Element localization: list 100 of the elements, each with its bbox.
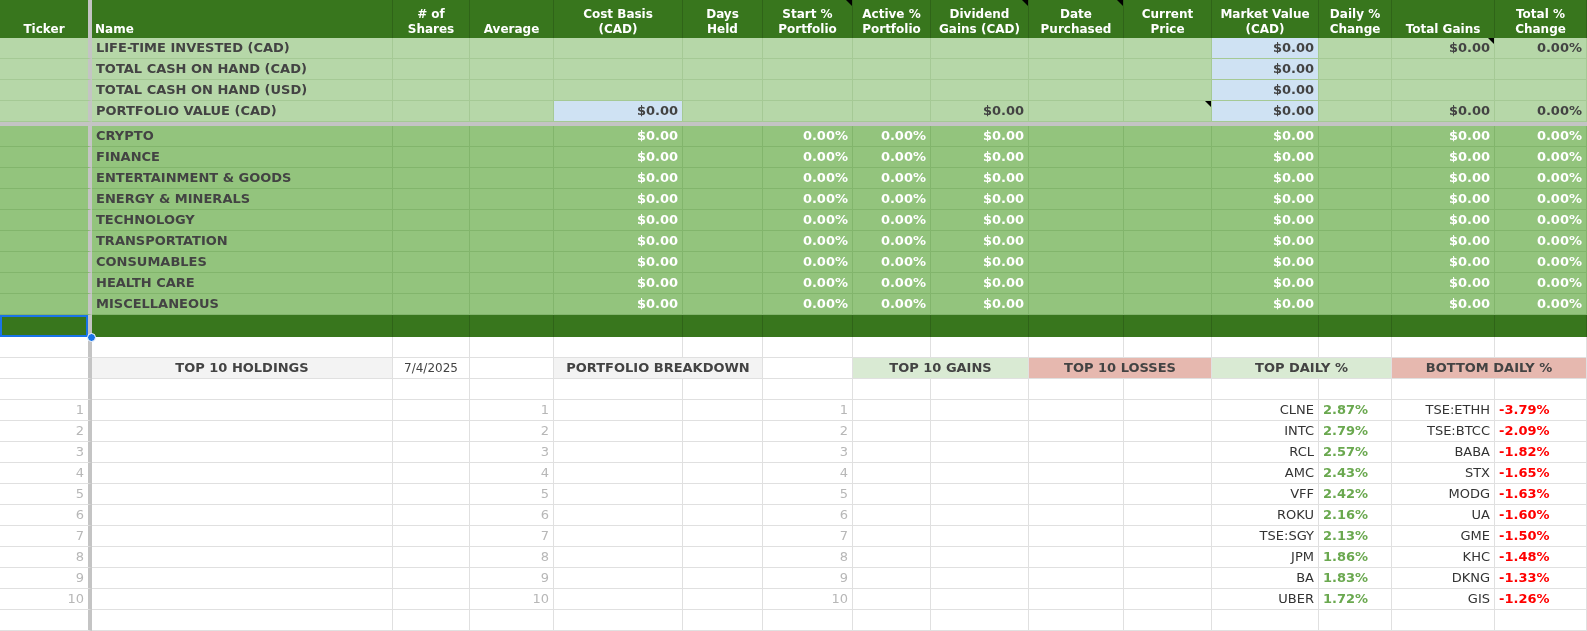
cell-value: $0.00 bbox=[1272, 232, 1314, 251]
cell-value: $0.00 bbox=[1448, 127, 1490, 146]
rank-number: 7 bbox=[540, 527, 549, 546]
cell-value: $0.00 bbox=[636, 148, 678, 167]
rank-number: 2 bbox=[75, 422, 84, 441]
cell-value: $0.00 bbox=[982, 232, 1024, 251]
cell-value: $0.00 bbox=[982, 127, 1024, 146]
cell-value: $0.00 bbox=[1448, 274, 1490, 293]
cell-value: 0.00% bbox=[1536, 190, 1582, 209]
cell-value: 0.00% bbox=[880, 274, 926, 293]
percent-change: 2.79% bbox=[1323, 422, 1369, 441]
rank-number: 1 bbox=[839, 401, 848, 420]
section-header: PORTFOLIO BREAKDOWN bbox=[566, 359, 750, 378]
category-label: ENERGY & MINERALS bbox=[96, 190, 251, 209]
rank-number: 8 bbox=[540, 548, 549, 567]
cell-value: $0.00 bbox=[1448, 39, 1490, 58]
section-header: BOTTOM DAILY % bbox=[1425, 359, 1553, 378]
ticker-symbol: VFF bbox=[1290, 485, 1314, 504]
column-header: Name bbox=[95, 22, 134, 37]
rank-number: 6 bbox=[75, 506, 84, 525]
cell-value: 0.00% bbox=[1536, 253, 1582, 272]
cell-value: 0.00% bbox=[802, 148, 848, 167]
percent-change: -1.60% bbox=[1499, 506, 1550, 525]
rank-number: 9 bbox=[839, 569, 848, 588]
ticker-symbol: CLNE bbox=[1279, 401, 1314, 420]
rank-number: 3 bbox=[839, 443, 848, 462]
cell-value: $0.00 bbox=[636, 232, 678, 251]
rank-number: 1 bbox=[75, 401, 84, 420]
cell-value: 0.00% bbox=[1536, 127, 1582, 146]
ticker-symbol: KHC bbox=[1462, 548, 1490, 567]
column-header: # of Shares bbox=[407, 7, 455, 37]
ticker-symbol: TSE:SGY bbox=[1259, 527, 1314, 546]
ticker-symbol: JPM bbox=[1291, 548, 1314, 567]
percent-change: -1.82% bbox=[1499, 443, 1550, 462]
column-header: Total Gains bbox=[1405, 22, 1481, 37]
cell-value: $0.00 bbox=[1448, 232, 1490, 251]
cell-value: $0.00 bbox=[1448, 190, 1490, 209]
ticker-symbol: DKNG bbox=[1451, 569, 1490, 588]
cell-value: $0.00 bbox=[982, 211, 1024, 230]
cell-value: $0.00 bbox=[1448, 253, 1490, 272]
column-header: Total % Change bbox=[1515, 7, 1566, 37]
cell-value: $0.00 bbox=[636, 274, 678, 293]
column-header: Dividend Gains (CAD) bbox=[939, 7, 1020, 37]
cell-value: 0.00% bbox=[802, 127, 848, 146]
cell-value: 0.00% bbox=[802, 274, 848, 293]
rank-number: 9 bbox=[75, 569, 84, 588]
rank-number: 5 bbox=[75, 485, 84, 504]
cell-value: $0.00 bbox=[636, 127, 678, 146]
cell-value: 0.00% bbox=[880, 127, 926, 146]
cell-value: 0.00% bbox=[1536, 102, 1582, 121]
column-header: Average bbox=[483, 22, 540, 37]
cell-value: 0.00% bbox=[1536, 211, 1582, 230]
cell-value: $0.00 bbox=[1272, 127, 1314, 146]
cell-value: $0.00 bbox=[1272, 274, 1314, 293]
category-label: CRYPTO bbox=[96, 127, 154, 146]
percent-change: 2.87% bbox=[1323, 401, 1369, 420]
cell-value: $0.00 bbox=[1448, 295, 1490, 314]
cell-value: $0.00 bbox=[636, 102, 678, 121]
cell-value: $0.00 bbox=[636, 190, 678, 209]
cell-value: 0.00% bbox=[1536, 169, 1582, 188]
column-header: Cost Basis (CAD) bbox=[583, 7, 653, 37]
cell-value: $0.00 bbox=[982, 274, 1024, 293]
cell-value: $0.00 bbox=[1272, 211, 1314, 230]
section-header: TOP 10 GAINS bbox=[889, 359, 992, 378]
rank-number: 3 bbox=[75, 443, 84, 462]
percent-change: -1.63% bbox=[1499, 485, 1550, 504]
rank-number: 4 bbox=[75, 464, 84, 483]
cell-value: $0.00 bbox=[1448, 102, 1490, 121]
cell-value: 0.00% bbox=[880, 211, 926, 230]
cell-value: $0.00 bbox=[1272, 102, 1314, 121]
cell-value: 0.00% bbox=[880, 169, 926, 188]
cell-value: $0.00 bbox=[636, 295, 678, 314]
row-label: LIFE-TIME INVESTED (CAD) bbox=[96, 39, 290, 58]
ticker-symbol: ROKU bbox=[1277, 506, 1314, 525]
cell-value: $0.00 bbox=[1272, 39, 1314, 58]
cell-value: $0.00 bbox=[636, 169, 678, 188]
rank-number: 4 bbox=[540, 464, 549, 483]
percent-change: -3.79% bbox=[1499, 401, 1550, 420]
percent-change: 2.13% bbox=[1323, 527, 1369, 546]
cell-value: 0.00% bbox=[1536, 295, 1582, 314]
ticker-symbol: STX bbox=[1464, 464, 1490, 483]
cell-value: 0.00% bbox=[880, 253, 926, 272]
row-label: TOTAL CASH ON HAND (USD) bbox=[96, 81, 308, 100]
cell-value: 0.00% bbox=[802, 190, 848, 209]
rank-number: 5 bbox=[540, 485, 549, 504]
ticker-symbol: TSE:ETHH bbox=[1425, 401, 1490, 420]
cell-value: $0.00 bbox=[1272, 169, 1314, 188]
rank-number: 3 bbox=[540, 443, 549, 462]
percent-change: 1.86% bbox=[1323, 548, 1369, 567]
rank-number: 8 bbox=[75, 548, 84, 567]
rank-number: 8 bbox=[839, 548, 848, 567]
category-label: MISCELLANEOUS bbox=[96, 295, 219, 314]
ticker-symbol: AMC bbox=[1284, 464, 1314, 483]
cell-value: $0.00 bbox=[1272, 81, 1314, 100]
percent-change: 1.72% bbox=[1323, 590, 1369, 609]
ticker-symbol: UA bbox=[1471, 506, 1490, 525]
percent-change: -1.26% bbox=[1499, 590, 1550, 609]
column-header: Active % Portfolio bbox=[862, 7, 921, 37]
cell-value: $0.00 bbox=[1272, 295, 1314, 314]
percent-change: 1.83% bbox=[1323, 569, 1369, 588]
